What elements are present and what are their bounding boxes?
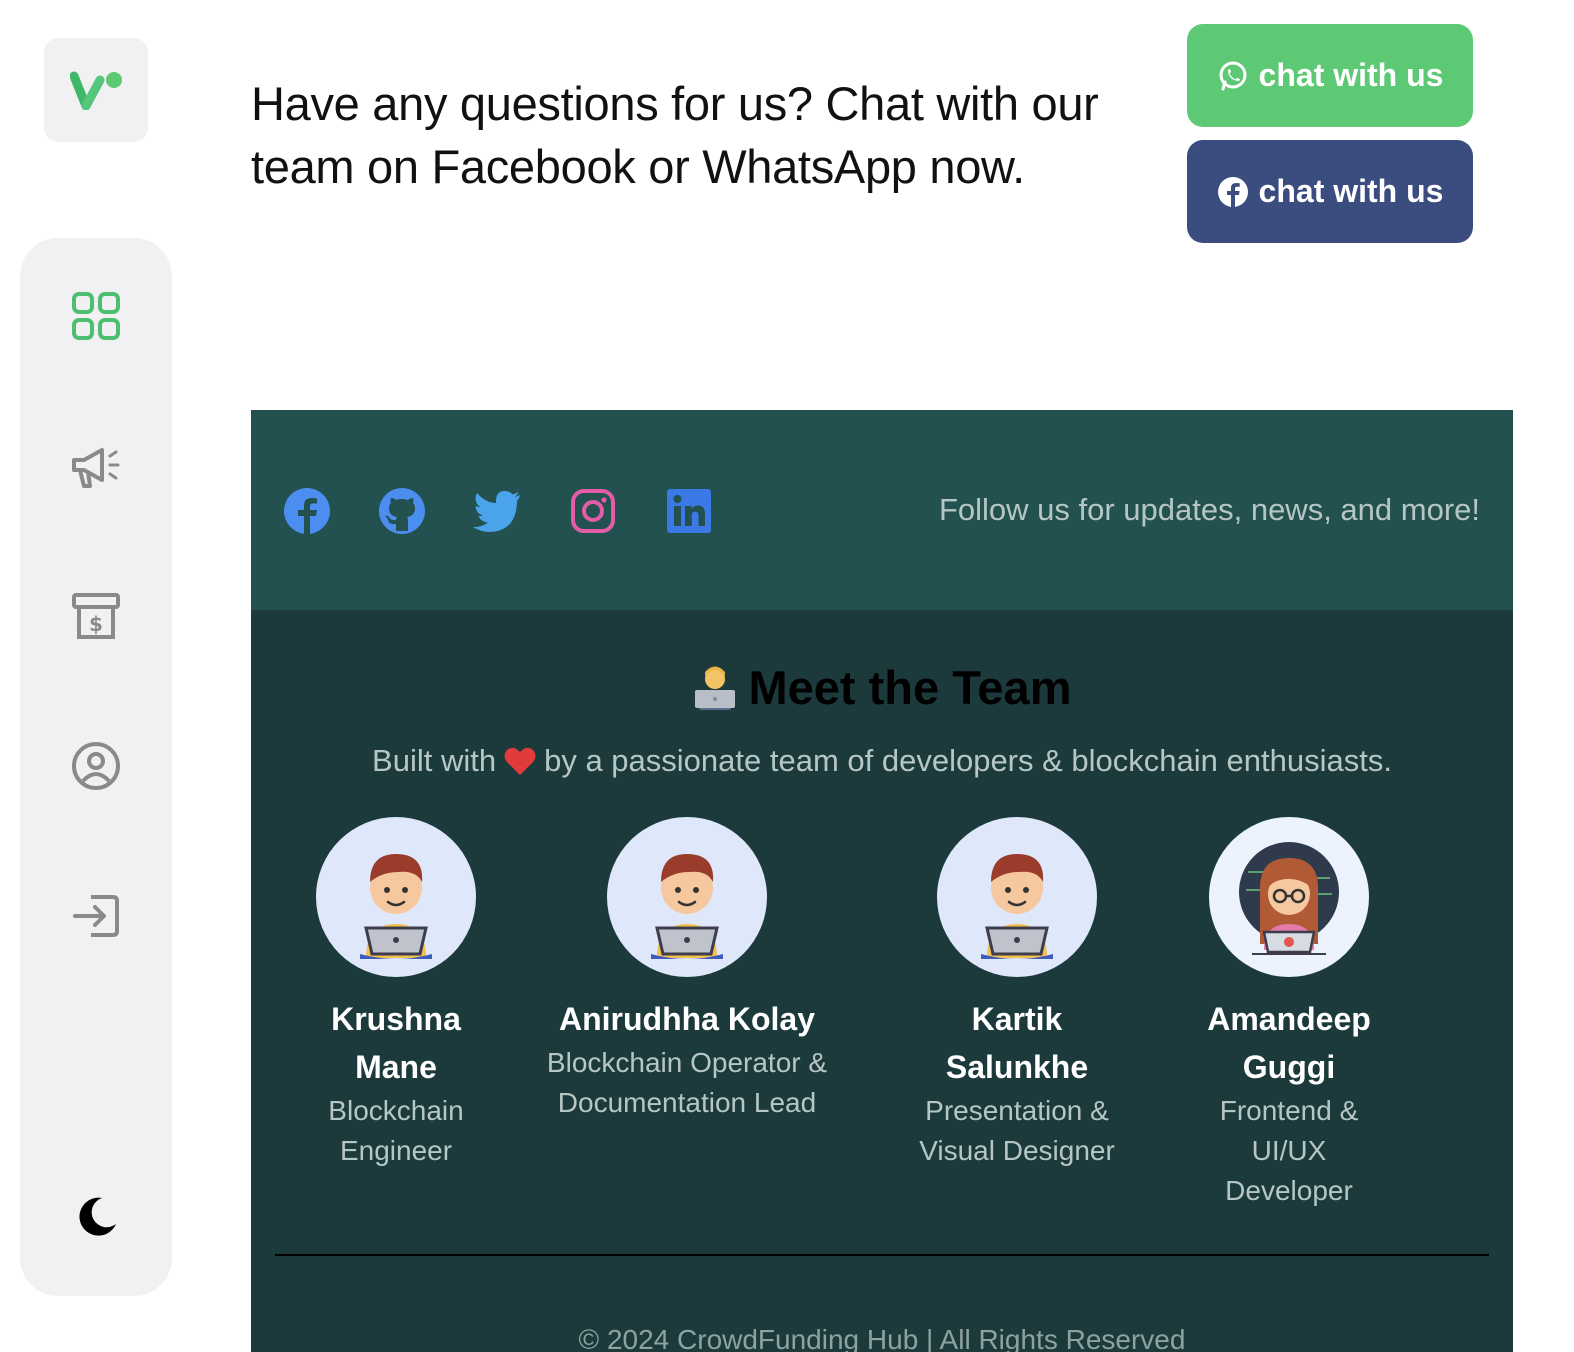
team-subtitle-before: Built with: [372, 743, 497, 778]
facebook-icon: [284, 488, 330, 534]
copyright-text: © 2024 CrowdFunding Hub | All Rights Res…: [578, 1324, 1186, 1352]
avatar: [1209, 817, 1369, 977]
avatar: [937, 817, 1097, 977]
whatsapp-chat-label: chat with us: [1258, 57, 1444, 93]
team-member-card: Anirudhha Kolay Blockchain Operator & Do…: [537, 817, 837, 1123]
member-role: Blockchain Engineer: [328, 1095, 464, 1166]
member-role: Blockchain Operator & Documentation Lead: [546, 1047, 828, 1118]
svg-text:$: $: [89, 612, 103, 636]
sidebar-item-payments[interactable]: $: [70, 590, 122, 642]
team-member-card: Amandeep Guggi Frontend & UI/UX Develope…: [1194, 817, 1384, 1211]
member-role: Presentation & Visual Designer: [919, 1095, 1115, 1166]
sidebar-item-campaigns[interactable]: [70, 440, 122, 492]
whatsapp-icon: [1219, 61, 1247, 90]
theme-toggle[interactable]: [70, 1190, 122, 1242]
linkedin-icon: [667, 489, 711, 533]
dollar-box-icon: $: [72, 593, 120, 639]
follow-text: Follow us for updates, news, and more!: [938, 492, 1480, 527]
heart-icon: [504, 747, 536, 775]
moon-icon: [79, 1197, 116, 1236]
avatar: [607, 817, 767, 977]
linkedin-link[interactable]: [664, 486, 714, 536]
female-developer-avatar-icon: [1239, 842, 1339, 955]
team-heading: Meet the Team: [251, 660, 1513, 715]
sidebar-nav: $: [20, 238, 172, 1296]
developer-avatar-icon: [981, 854, 1053, 959]
footer-divider: [275, 1254, 1489, 1256]
instagram-link[interactable]: [568, 486, 618, 536]
team-member-card: Kartik Salunkhe Presentation & Visual De…: [902, 817, 1132, 1171]
dashboard-grid-icon: [72, 292, 120, 340]
team-member-card: Krushna Mane Blockchain Engineer: [296, 817, 496, 1171]
github-icon: [379, 488, 425, 534]
sidebar-item-profile[interactable]: [70, 740, 122, 792]
whatsapp-chat-button[interactable]: chat with us: [1187, 24, 1473, 127]
avatar: [316, 817, 476, 977]
member-name: Amandeep Guggi: [1207, 1001, 1371, 1085]
login-icon: [73, 895, 119, 937]
user-circle-icon: [72, 742, 120, 790]
intro-text: Have any questions for us? Chat with our…: [251, 77, 1099, 193]
app-logo-icon: [70, 71, 122, 110]
app-logo[interactable]: [44, 38, 148, 142]
facebook-chat-label: chat with us: [1258, 173, 1444, 209]
social-bar: Follow us for updates, news, and more!: [251, 410, 1513, 610]
twitter-link[interactable]: [472, 486, 522, 536]
member-role: Frontend & UI/UX Developer: [1219, 1095, 1359, 1206]
technologist-emoji-icon: [694, 666, 735, 710]
member-name: Krushna Mane: [331, 1001, 461, 1085]
developer-avatar-icon: [651, 854, 723, 959]
team-title-text: Meet the Team: [748, 661, 1072, 714]
twitter-icon: [473, 491, 520, 532]
developer-avatar-icon: [360, 854, 432, 959]
megaphone-icon: [72, 448, 120, 488]
member-name: Kartik Salunkhe: [945, 1001, 1089, 1085]
sidebar-item-dashboard[interactable]: [70, 290, 122, 342]
team-subtitle: Built with by a passionate team of devel…: [251, 743, 1513, 779]
github-link[interactable]: [377, 486, 427, 536]
facebook-icon: [1217, 176, 1248, 207]
site-footer: Follow us for updates, news, and more! M…: [251, 410, 1513, 1352]
facebook-link[interactable]: [282, 486, 332, 536]
sidebar-item-login[interactable]: [70, 890, 122, 942]
member-name: Anirudhha Kolay: [558, 1001, 815, 1037]
instagram-icon: [571, 489, 615, 533]
team-subtitle-after: by a passionate team of developers & blo…: [544, 743, 1392, 778]
facebook-chat-button[interactable]: chat with us: [1187, 140, 1473, 243]
